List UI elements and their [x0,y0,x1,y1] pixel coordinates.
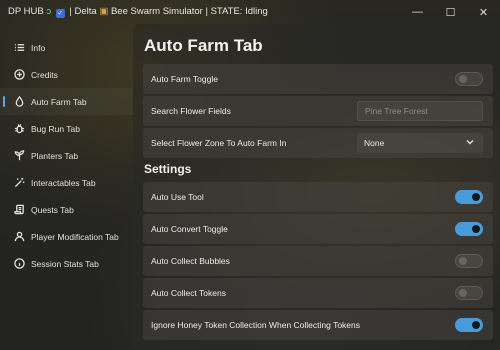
settings-header: Settings [144,162,192,176]
sidebar-item-label: Planters Tab [31,150,79,161]
auto-collect-bubbles-toggle[interactable] [455,254,483,268]
sidebar-item-label: Bug Run Tab [31,123,80,134]
sidebar: Info Credits Auto Farm Tab Bug Run Tab P… [0,34,133,350]
auto-farm-toggle[interactable] [455,72,483,86]
sidebar-item-label: Auto Farm Tab [31,96,87,107]
checkmark-icon: ✓ [55,9,65,18]
auto-farm-toggle-label: Auto Farm Toggle [151,74,218,84]
sidebar-item-quests[interactable]: Quests Tab [0,196,133,223]
list-icon [13,42,25,54]
executor-name: | Delta [69,6,97,17]
close-button[interactable]: ✕ [467,0,500,24]
wand-icon [13,177,25,189]
droplet-icon [13,96,25,108]
sidebar-item-info[interactable]: Info [0,34,133,61]
minimize-button[interactable]: — [401,0,434,24]
search-flower-fields-input[interactable] [357,101,483,121]
sidebar-item-label: Credits [31,69,58,80]
ignore-honey-token-label: Ignore Honey Token Collection When Colle… [151,320,361,330]
hub-window: DP HUB ↄ ✓ | Delta ▣ Bee Swarm Simulator… [0,0,500,350]
sidebar-item-interactables[interactable]: Interactables Tab [0,169,133,196]
sidebar-item-session-stats[interactable]: Session Stats Tab [0,250,133,277]
flower-zone-dropdown[interactable]: None [357,133,483,153]
sidebar-item-planters[interactable]: Planters Tab [0,142,133,169]
scroll-icon [13,204,25,216]
gift-icon: ▣ [99,6,109,17]
auto-use-tool-row[interactable]: Auto Use Tool [143,182,493,212]
sidebar-item-auto-farm[interactable]: Auto Farm Tab [0,88,133,115]
sidebar-item-label: Quests Tab [31,204,74,215]
search-flower-fields-row: Search Flower Fields [143,96,493,126]
state-text: | STATE: Idling [205,6,268,17]
chevron-down-icon [465,137,475,147]
auto-collect-tokens-toggle[interactable] [455,286,483,300]
auto-collect-bubbles-row[interactable]: Auto Collect Bubbles [143,246,493,276]
hub-name: DP HUB [8,6,44,17]
maximize-button[interactable]: ☐ [434,0,467,24]
game-name: Bee Swarm Simulator [110,6,203,17]
main-content: Auto Farm Tab Auto Farm Toggle Search Fl… [133,24,500,350]
auto-collect-bubbles-label: Auto Collect Bubbles [151,256,230,266]
auto-convert-toggle[interactable] [455,222,483,236]
auto-collect-tokens-label: Auto Collect Tokens [151,288,226,298]
ignore-honey-token-toggle[interactable] [455,318,483,332]
sprout-icon [13,150,25,162]
info-icon [13,258,25,270]
select-flower-zone-row: Select Flower Zone To Auto Farm In None [143,128,493,158]
sidebar-item-bug-run[interactable]: Bug Run Tab [0,115,133,142]
leaf-icon: ↄ [46,6,52,17]
auto-use-tool-toggle[interactable] [455,190,483,204]
window-title: DP HUB ↄ ✓ | Delta ▣ Bee Swarm Simulator… [8,6,268,18]
auto-farm-toggle-row[interactable]: Auto Farm Toggle [143,64,493,94]
sidebar-item-label: Info [31,42,46,53]
sidebar-item-credits[interactable]: Credits [0,61,133,88]
auto-use-tool-label: Auto Use Tool [151,192,204,202]
auto-convert-row[interactable]: Auto Convert Toggle [143,214,493,244]
sidebar-item-label: Interactables Tab [31,177,96,188]
title-bar[interactable]: DP HUB ↄ ✓ | Delta ▣ Bee Swarm Simulator… [0,0,500,24]
plus-circle-icon [13,69,25,81]
ignore-honey-token-row[interactable]: Ignore Honey Token Collection When Colle… [143,310,493,340]
sidebar-item-label: Session Stats Tab [31,258,99,269]
user-icon [13,231,25,243]
sidebar-item-label: Player Modification Tab [31,231,119,242]
bug-icon [13,123,25,135]
auto-collect-tokens-row[interactable]: Auto Collect Tokens [143,278,493,308]
auto-convert-label: Auto Convert Toggle [151,224,228,234]
sidebar-item-player-modification[interactable]: Player Modification Tab [0,223,133,250]
page-title: Auto Farm Tab [144,36,263,55]
dropdown-value: None [364,138,385,148]
